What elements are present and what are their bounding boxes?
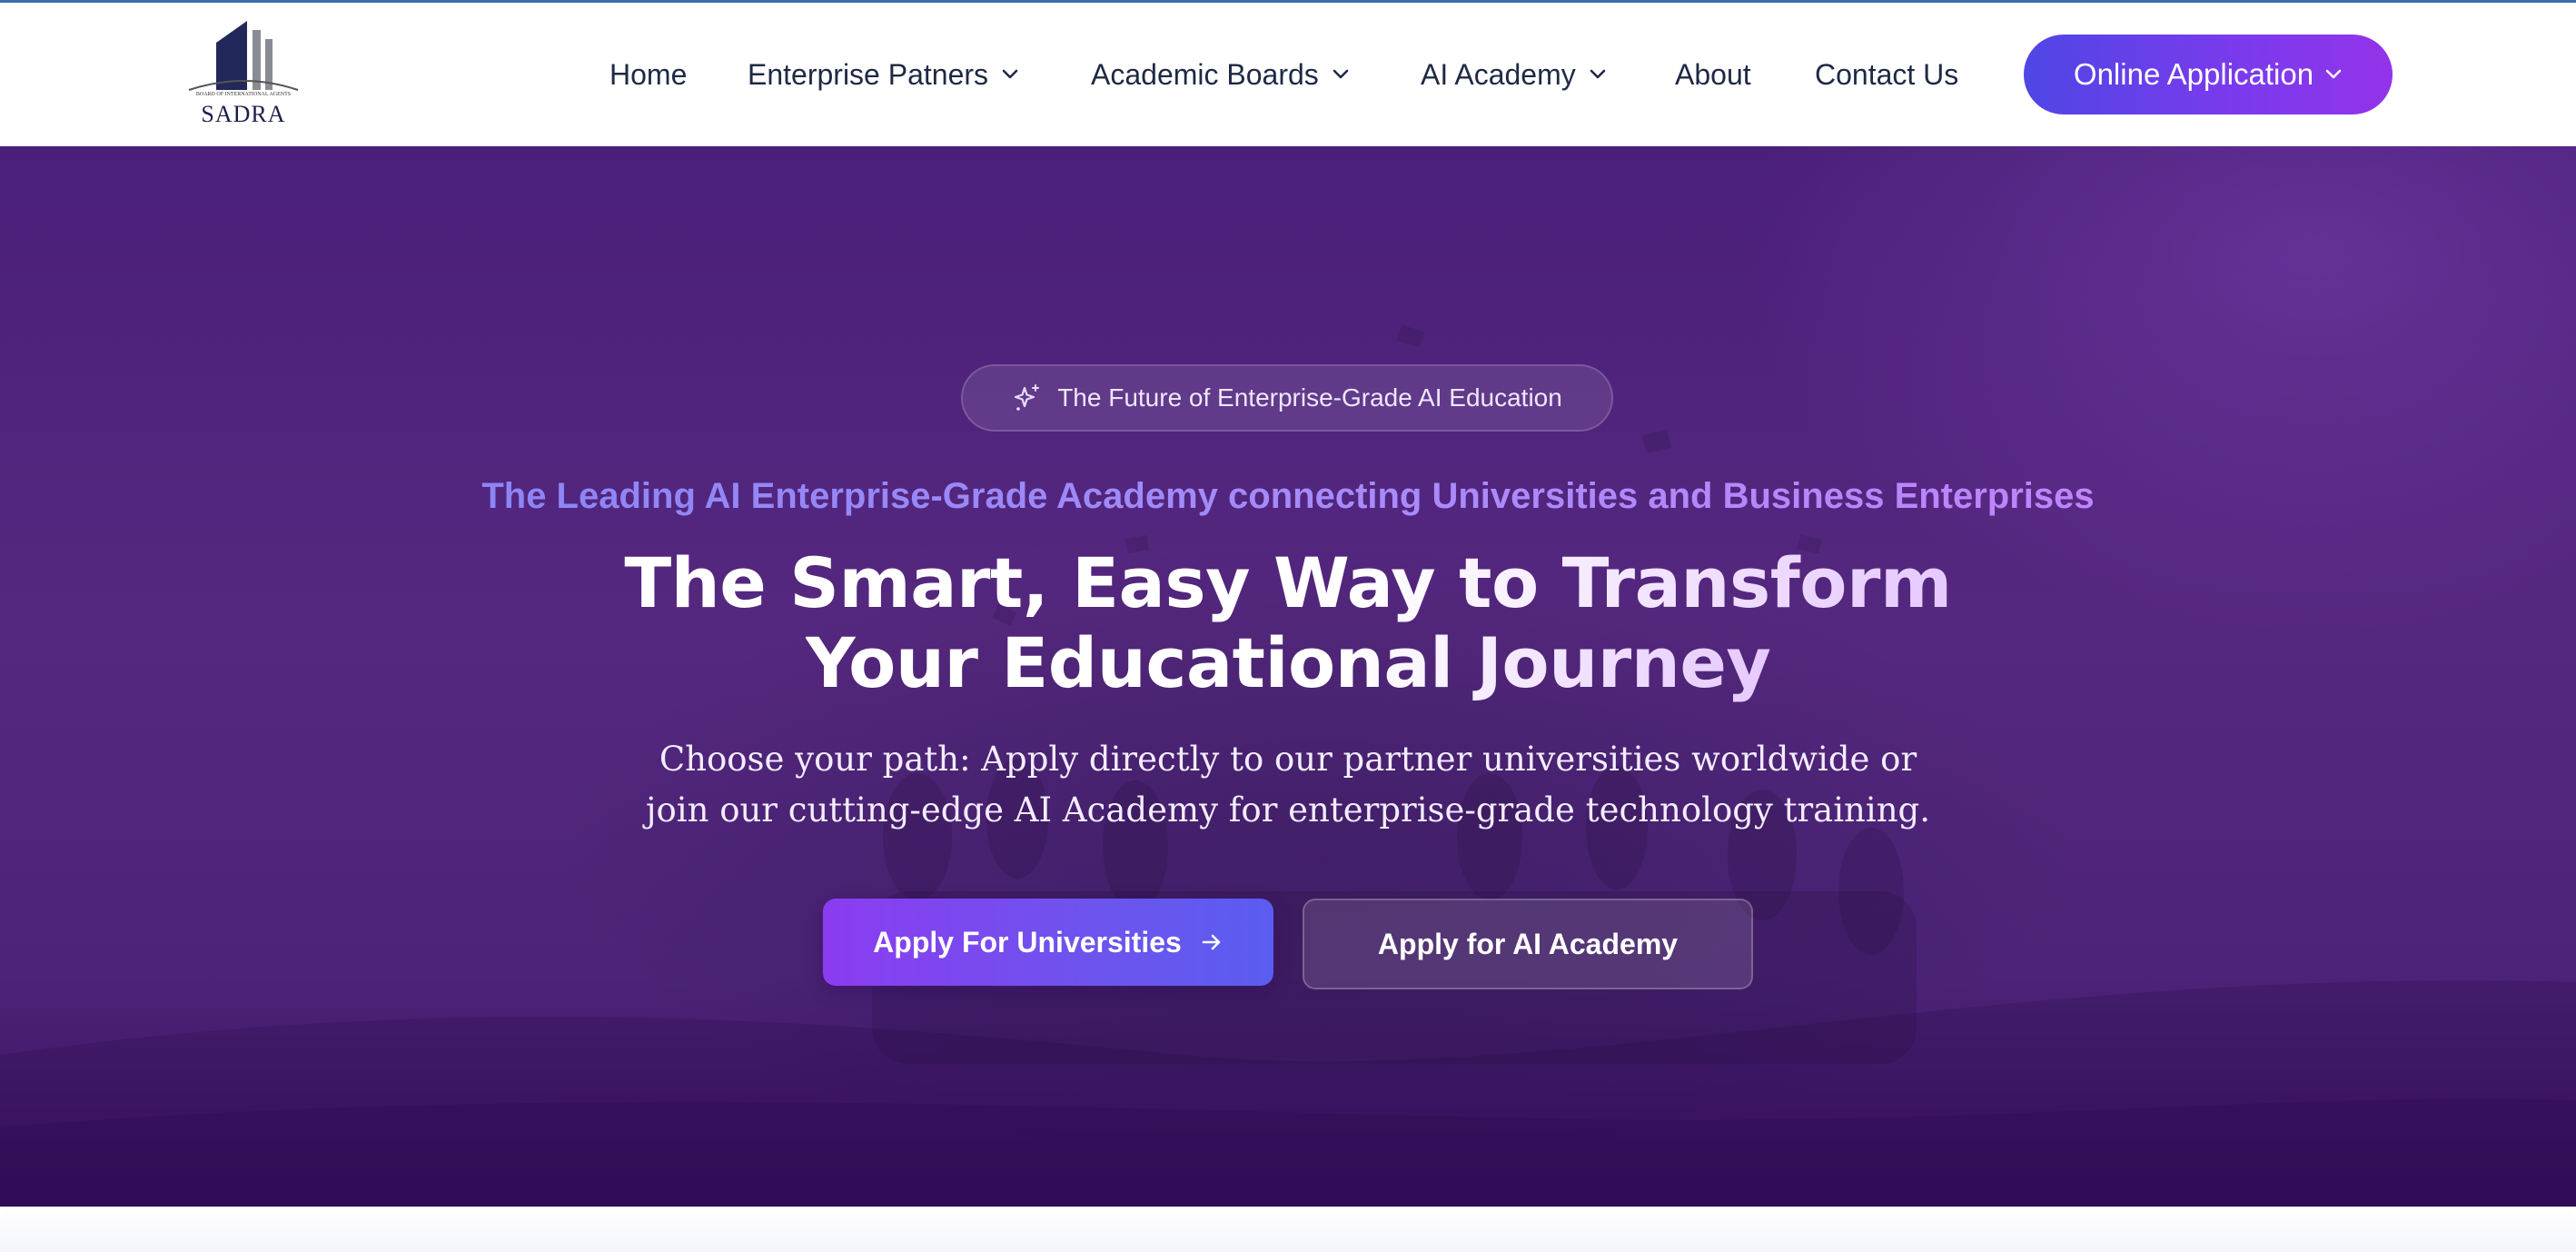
badge-label: The Future of Enterprise-Grade AI Educat… — [1057, 383, 1562, 412]
nav-label: About — [1675, 57, 1751, 91]
hero-tagline: The Leading AI Enterprise-Grade Academy … — [0, 476, 2576, 517]
nav-label: Home — [609, 57, 688, 91]
nav-label: Contact Us — [1815, 57, 1959, 91]
hero-headline-line-2: Your Educational Journey — [805, 622, 1771, 703]
site-header: BOARD OF INTERNATIONAL AGENTS SADRA Home… — [0, 3, 2576, 146]
main-nav: Home Enterprise Patners Academic Boards … — [0, 3, 2576, 146]
apply-for-universities-button[interactable]: Apply For Universities — [823, 899, 1273, 986]
chevron-down-icon — [2324, 68, 2343, 81]
nav-label: Academic Boards — [1091, 57, 1319, 91]
nav-ai-academy[interactable]: AI Academy — [1421, 3, 1607, 146]
chevron-down-icon — [1589, 68, 1607, 81]
nav-label: AI Academy — [1421, 57, 1576, 91]
nav-label: Enterprise Patners — [748, 57, 989, 91]
hero-badge: The Future of Enterprise-Grade AI Educat… — [961, 364, 1613, 432]
cta-label: Online Application — [2073, 57, 2314, 91]
sparkle-icon — [1012, 383, 1043, 413]
online-application-button[interactable]: Online Application — [2024, 35, 2393, 114]
nav-enterprise-partners[interactable]: Enterprise Patners — [748, 3, 1019, 146]
chevron-down-icon — [1001, 68, 1019, 81]
nav-home[interactable]: Home — [609, 3, 687, 146]
nav-academic-boards[interactable]: Academic Boards — [1091, 3, 1350, 146]
hero-subtext: Choose your path: Apply directly to our … — [0, 734, 2576, 836]
nav-contact-us[interactable]: Contact Us — [1815, 3, 1958, 146]
next-section-edge — [0, 1207, 2576, 1252]
hero-headline: The Smart, Easy Way to Transform Your Ed… — [0, 543, 2576, 703]
hero-subtext-line-1: Choose your path: Apply directly to our … — [659, 740, 1917, 779]
nav-about[interactable]: About — [1675, 3, 1751, 146]
apply-universities-label: Apply For Universities — [873, 925, 1182, 959]
arrow-right-icon — [1200, 930, 1224, 954]
chevron-down-icon — [1332, 68, 1350, 81]
hero-subtext-line-2: join our cutting-edge AI Academy for ent… — [646, 790, 1930, 830]
apply-ai-academy-label: Apply for AI Academy — [1377, 927, 1679, 960]
hero-headline-line-1: The Smart, Easy Way to Transform — [624, 542, 1952, 623]
hero-tagline-text: The Leading AI Enterprise-Grade Academy … — [481, 476, 2095, 516]
apply-for-ai-academy-button[interactable]: Apply for AI Academy — [1303, 899, 1753, 989]
